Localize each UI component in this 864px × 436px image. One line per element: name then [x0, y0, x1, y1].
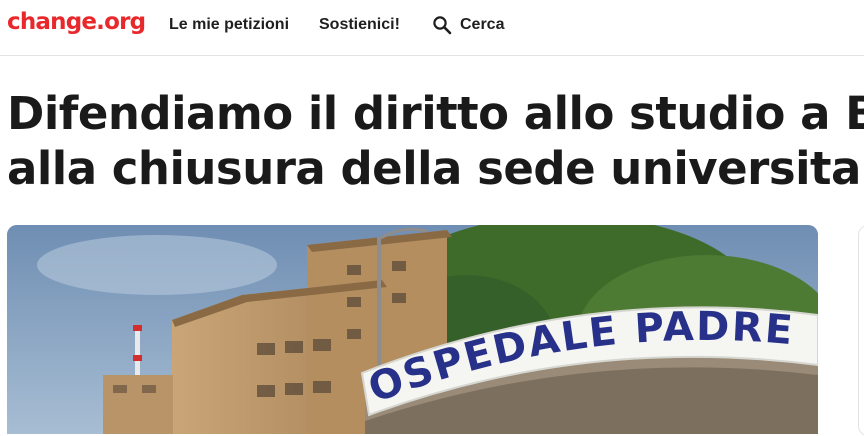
nav-search-button[interactable]: Cerca	[432, 15, 504, 35]
petition-title-line-1: Difendiamo il diritto allo studio a Br	[7, 87, 864, 140]
side-panel-card	[858, 225, 864, 436]
top-navigation-bar: change.org Le mie petizioni Sostienici! …	[0, 0, 864, 56]
petition-hero-image: OSPEDALE PADRE	[7, 225, 818, 434]
change-org-logo[interactable]: change.org	[7, 9, 146, 35]
nav-support-us[interactable]: Sostienici!	[319, 16, 400, 34]
petition-title: Difendiamo il diritto allo studio a Br a…	[7, 86, 864, 196]
search-label: Cerca	[460, 16, 505, 33]
petition-title-line-2: alla chiusura della sede universitari	[7, 142, 864, 195]
nav-my-petitions[interactable]: Le mie petizioni	[169, 16, 289, 34]
search-icon	[432, 15, 452, 35]
hospital-photo: OSPEDALE PADRE	[7, 225, 818, 434]
